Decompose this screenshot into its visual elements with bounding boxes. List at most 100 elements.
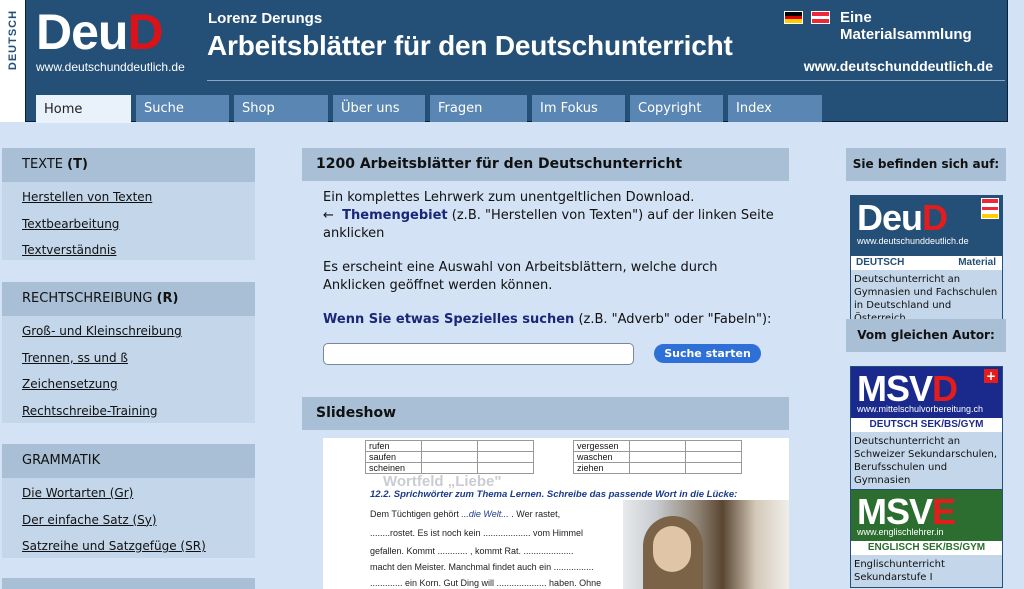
page-title: Arbeitsblätter für den Deutschunterricht bbox=[207, 30, 733, 61]
selection-text: Es erscheint eine Auswahl von Arbeitsblä… bbox=[323, 260, 718, 293]
logo-accent: D bbox=[127, 4, 163, 60]
topic-emphasis: Themengebiet bbox=[342, 208, 448, 223]
site-logo[interactable]: DeuD bbox=[36, 4, 164, 60]
ad-msve[interactable]: MSVE www.englischlehrer.in ENGLISCH SEK/… bbox=[850, 489, 1003, 588]
ad-description: Deutschunterricht an Schweizer Sekundars… bbox=[851, 432, 1002, 490]
logo-text: Deu bbox=[36, 4, 128, 60]
tab-home[interactable]: Home bbox=[36, 95, 131, 123]
site-header: DEUTSCH DeuD www.deutschunddeutlich.de L… bbox=[0, 0, 1008, 123]
section-code: (T) bbox=[67, 157, 88, 172]
ad-url: www.deutschunddeutlich.de bbox=[857, 236, 969, 246]
intro-text: Ein komplettes Lehrwerk zum unentgeltlic… bbox=[323, 189, 783, 345]
sidebar-link[interactable]: Trennen, ss und ß bbox=[2, 345, 255, 372]
sidebar-section-title[interactable]: GRAMMATIK bbox=[2, 444, 255, 478]
worksheet-line: ............. ein Korn. Gut Ding will ..… bbox=[370, 578, 602, 588]
ad-subtitle: DEUTSCH SEK/BS/GYM bbox=[851, 418, 1002, 432]
flag-austria-icon bbox=[981, 198, 999, 219]
slideshow-heading: Slideshow bbox=[302, 397, 789, 430]
worksheet-text: . Wer rastet, bbox=[508, 509, 561, 519]
worksheet-watermark: Wortfeld „Liebe" bbox=[383, 473, 502, 490]
site-url[interactable]: www.deutschunddeutlich.de bbox=[804, 58, 993, 74]
flag-germany-icon[interactable] bbox=[784, 11, 803, 24]
search-button[interactable]: Suche starten bbox=[654, 344, 761, 363]
tab-ueber-uns[interactable]: Über uns bbox=[333, 95, 425, 122]
ad-url: www.englischlehrer.in bbox=[857, 527, 944, 537]
section-title-text: RECHTSCHREIBUNG bbox=[22, 291, 153, 306]
worksheet-title: 12.2. Sprichwörter zum Thema Lernen. Sch… bbox=[370, 489, 738, 500]
table-cell: saufen bbox=[365, 451, 422, 463]
sidebar-link[interactable]: Zeichensetzung bbox=[2, 371, 255, 398]
worksheet-table-left: rufen saufen scheinen bbox=[365, 440, 534, 474]
ad-deud[interactable]: DeuD www.deutschunddeutlich.de DEUTSCH Ma… bbox=[850, 195, 1003, 329]
section-title-text: TEXTE bbox=[22, 157, 63, 172]
ad-subtitle: ENGLISCH SEK/BS/GYM bbox=[851, 541, 1002, 555]
logo-url: www.deutschunddeutlich.de bbox=[36, 60, 185, 74]
intro-line: Ein komplettes Lehrwerk zum unentgeltlic… bbox=[323, 190, 695, 205]
tab-copyright[interactable]: Copyright bbox=[630, 95, 723, 122]
sidebar-link[interactable]: Satzreihe und Satzgefüge (SR) bbox=[2, 533, 255, 560]
ad-logo-text: MSV bbox=[857, 491, 933, 532]
tab-fragen[interactable]: Fragen bbox=[430, 95, 527, 122]
location-heading: Sie befinden sich auf: bbox=[846, 148, 1006, 181]
main-navigation: Home Suche Shop Über uns Fragen Im Fokus… bbox=[36, 95, 822, 123]
sidebar-link[interactable]: Rechtschreibe-Training bbox=[2, 398, 255, 425]
language-flags bbox=[784, 11, 830, 24]
sidebar-section-texte: TEXTE (T) Herstellen von Texten Textbear… bbox=[2, 148, 255, 260]
worksheet-line: macht den Meister. Manchmal findet auch … bbox=[370, 562, 594, 572]
same-author-heading: Vom gleichen Autor: bbox=[846, 319, 1006, 352]
ad-logo-text: MSV bbox=[857, 368, 933, 409]
tab-index[interactable]: Index bbox=[728, 95, 822, 122]
tab-shop[interactable]: Shop bbox=[234, 95, 328, 122]
arrow-icon: ← bbox=[323, 208, 334, 223]
search-prompt-bold: Wenn Sie etwas Spezielles suchen bbox=[323, 312, 575, 327]
ad-logo: DeuD bbox=[857, 196, 948, 240]
ad-msvd[interactable]: MSVD + www.mittelschulvorbereitung.ch DE… bbox=[850, 366, 1003, 491]
sidebar-link[interactable]: Groß- und Kleinschreibung bbox=[2, 318, 255, 345]
worksheet-answer: ...die Welt... bbox=[461, 509, 509, 519]
worksheet-table-right: vergessen waschen ziehen bbox=[573, 440, 742, 474]
sidebar-section-title[interactable]: TEXTE (T) bbox=[2, 148, 255, 182]
slideshow-image[interactable]: rufen saufen scheinen vergessen waschen … bbox=[323, 438, 789, 589]
tab-im-fokus[interactable]: Im Fokus bbox=[532, 95, 625, 122]
sidebar-link[interactable]: Textverständnis bbox=[2, 237, 255, 264]
vertical-label: DEUTSCH bbox=[7, 9, 19, 71]
table-cell: rufen bbox=[365, 440, 422, 452]
student-photo bbox=[623, 500, 789, 589]
sidebar-section-next bbox=[2, 578, 255, 589]
collection-label: Eine Materialsammlung bbox=[840, 9, 972, 43]
worksheet-line: gefallen. Kommt ............ , kommt Rat… bbox=[370, 546, 574, 556]
ad-description: Englischunterricht Sekundarstufe I bbox=[851, 555, 1002, 587]
sidebar-link[interactable]: Textbearbeitung bbox=[2, 211, 255, 238]
worksheet-line: ........rostet. Es ist noch kein .......… bbox=[370, 528, 584, 538]
ad-url: www.mittelschulvorbereitung.ch bbox=[857, 404, 984, 414]
sidebar-link[interactable]: Die Wortarten (Gr) bbox=[2, 480, 255, 507]
author-name: Lorenz Derungs bbox=[208, 10, 323, 27]
table-cell: waschen bbox=[573, 451, 630, 463]
table-cell: scheinen bbox=[365, 462, 422, 474]
sidebar-link[interactable]: Der einfache Satz (Sy) bbox=[2, 507, 255, 534]
ad-material: Material bbox=[958, 257, 996, 268]
ad-logo-accent: D bbox=[922, 197, 948, 238]
ad-subject: DEUTSCH bbox=[856, 257, 905, 268]
flag-austria-icon[interactable] bbox=[811, 11, 830, 24]
swiss-cross-icon: + bbox=[984, 369, 998, 383]
section-title-text: GRAMMATIK bbox=[22, 453, 101, 468]
search-input[interactable] bbox=[323, 343, 634, 365]
main-heading: 1200 Arbeitsblätter für den Deutschunter… bbox=[302, 148, 789, 181]
table-cell: ziehen bbox=[573, 462, 630, 474]
sidebar-link[interactable]: Herstellen von Texten bbox=[2, 184, 255, 211]
sidebar-section-rechtschreibung: RECHTSCHREIBUNG (R) Groß- und Kleinschre… bbox=[2, 282, 255, 423]
tab-suche[interactable]: Suche bbox=[136, 95, 229, 122]
ad-logo-accent: E bbox=[932, 491, 956, 532]
sidebar-section-title[interactable]: RECHTSCHREIBUNG (R) bbox=[2, 282, 255, 316]
vertical-label-strip: DEUTSCH bbox=[0, 0, 26, 122]
ad-logo-accent: D bbox=[932, 368, 958, 409]
table-cell: vergessen bbox=[573, 440, 630, 452]
section-code: (R) bbox=[156, 291, 179, 306]
ad-logo-text: Deu bbox=[857, 197, 923, 238]
header-divider bbox=[207, 80, 1005, 81]
search-prompt: (z.B. "Adverb" oder "Fabeln"): bbox=[574, 312, 772, 327]
sidebar-section-grammatik: GRAMMATIK Die Wortarten (Gr) Der einfach… bbox=[2, 444, 255, 558]
ad-subtitle: DEUTSCH Material bbox=[851, 256, 1002, 270]
worksheet-line: Dem Tüchtigen gehört ...die Welt... . We… bbox=[370, 509, 560, 519]
